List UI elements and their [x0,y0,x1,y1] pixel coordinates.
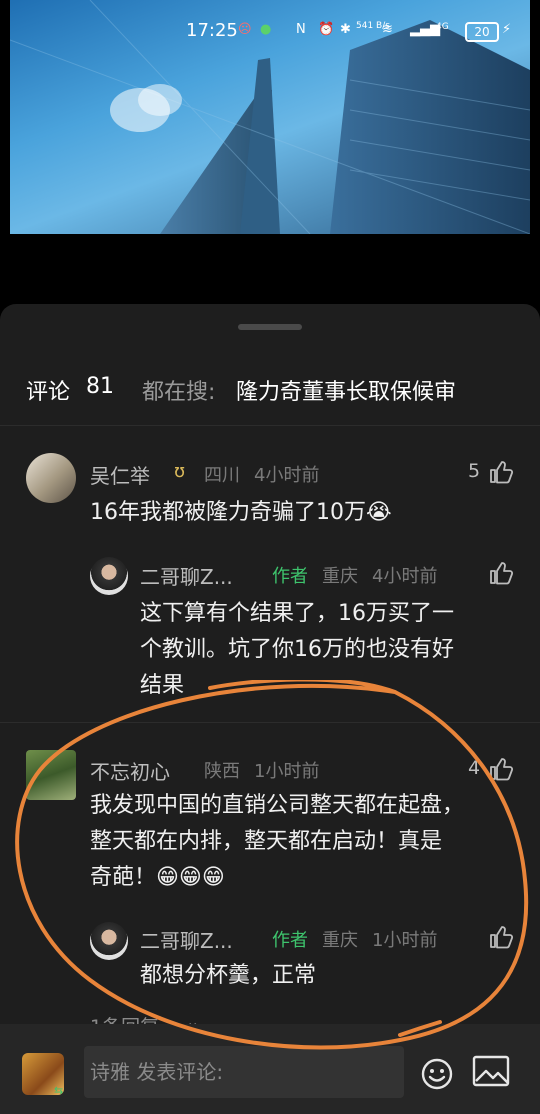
reply-author[interactable]: 二哥聊Z... [140,561,233,590]
comment-text: 16年我都被隆力奇骗了10万😭 [90,500,392,525]
network-type: 4G [436,22,449,32]
reply-text-line: 结果 [140,673,185,698]
author-tag: 作者 [272,930,308,951]
switch-account-icon[interactable]: ⇆ [54,1084,63,1097]
comment-text-line: 我发现中国的直销公司整天都在起盘， [90,793,465,818]
trending-search-link[interactable]: 隆力奇董事长取保候审 [236,374,456,406]
comment-text-line: 整天都在内排，整天都在启动！真是 [90,829,443,854]
wifi-icon: ≋ [382,22,393,37]
thumbs-up-icon[interactable] [488,561,514,585]
author-tag: 作者 [272,566,308,587]
thumbs-up-icon[interactable] [488,925,514,949]
comment-text-line: 奇葩！😁😁😁 [90,865,225,890]
notification-icon: ☹ [238,22,252,37]
reply-time: 1小时前 [372,930,438,951]
reply-region: 重庆 [322,930,358,951]
comment-region: 陕西 [204,761,240,782]
reply-region: 重庆 [322,566,358,587]
comments-count: 81 [86,374,114,399]
alarm-icon: ⏰ [318,22,335,37]
reply-text-line: 这下算有个结果了，16万买了一 [140,601,454,626]
charging-icon: ⚡ [502,22,512,37]
reply-text-line: 个教训。坑了你16万的也没有好 [140,637,454,662]
header-divider [0,425,540,426]
comment-author[interactable]: 吴仁举 [90,460,150,489]
wechat-icon: ● [260,22,272,37]
clock: 17:25 [186,20,238,41]
like-count: 5 [468,460,481,482]
comments-title: 评论 [26,380,71,405]
thumbs-up-icon[interactable] [488,757,514,781]
reply-avatar[interactable] [90,557,128,595]
comment-input[interactable]: 诗雅 发表评论: [84,1046,404,1098]
comment-time: 1小时前 [254,761,320,782]
smile-icon[interactable] [420,1057,454,1091]
battery-indicator: 20 [465,22,499,42]
comment-time: 4小时前 [254,465,320,486]
reply-text-line: 都想分杯羹，正常 [140,963,317,988]
reply-author[interactable]: 二哥聊Z... [140,925,233,954]
status-bar: 17:25 ☹ ● N ⏰ ✱ 541 B/s ≋ ▂▄▆ 4G 20 ⚡ [0,0,540,64]
thumbs-up-icon[interactable] [488,460,514,484]
reply-avatar[interactable] [90,922,128,960]
comment-avatar[interactable] [26,453,76,503]
comment-avatar[interactable] [26,750,76,800]
like-count: 4 [468,757,481,779]
badge-icon: ʊ [174,461,186,482]
comment-author[interactable]: 不忘初心 [90,756,170,785]
comment-divider [0,722,540,723]
image-icon[interactable] [472,1055,510,1089]
trending-search-label: 都在搜: [142,380,216,405]
reply-time: 4小时前 [372,566,438,587]
nfc-icon: N [296,22,306,37]
drag-handle[interactable] [238,324,302,330]
bluetooth-icon: ✱ [340,22,351,37]
comment-region: 四川 [204,465,240,486]
